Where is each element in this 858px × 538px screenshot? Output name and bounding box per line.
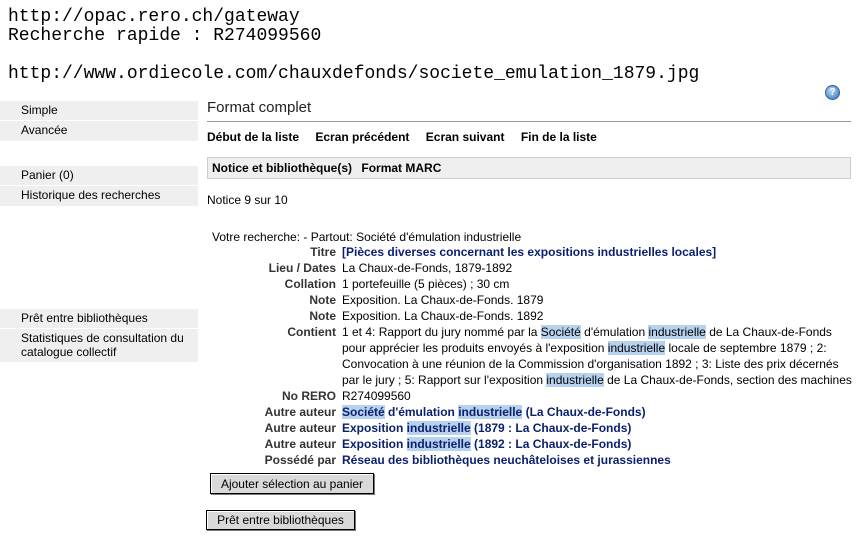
contents-text: d'émulation: [580, 325, 649, 339]
sidebar-item-advanced[interactable]: Avancée: [0, 121, 198, 141]
search-highlight: industrielle: [546, 373, 604, 387]
author-text: (1879 : La Chaux-de-Fonds): [470, 421, 632, 435]
search-highlight: Société: [342, 405, 385, 419]
search-query: Votre recherche: - Partout: Société d'ém…: [212, 230, 522, 244]
title-divider: [207, 121, 851, 122]
author-text: (La Chaux-de-Fonds): [522, 405, 646, 419]
record-table: Titre [Pièces diverses concernant les ex…: [206, 244, 856, 468]
field-row-contents: Contient 1 et 4: Rapport du jury nommé p…: [206, 324, 856, 388]
nav-first[interactable]: Début de la liste: [207, 130, 299, 144]
field-label: Titre: [310, 245, 336, 259]
note-value: Exposition. La Chaux-de-Fonds. 1879: [342, 293, 544, 307]
record-counter: Notice 9 sur 10: [207, 193, 288, 207]
contents-value: 1 et 4: Rapport du jury nommé par la Soc…: [340, 324, 856, 388]
format-tabs: Notice et bibliothèque(s) Format MARC: [207, 157, 851, 179]
search-highlight: industrielle: [607, 341, 666, 355]
header-text: http://opac.rero.ch/gateway Recherche ra…: [8, 8, 321, 46]
field-label: Autre auteur: [264, 421, 336, 435]
field-label: Note: [309, 293, 336, 307]
tab-marc[interactable]: Format MARC: [361, 161, 441, 175]
gateway-url: http://opac.rero.ch/gateway: [8, 7, 300, 27]
sidebar-item-basket[interactable]: Panier (0): [0, 166, 198, 186]
field-label: Collation: [284, 277, 336, 291]
search-highlight: Société: [540, 325, 581, 339]
author-link[interactable]: Exposition industrielle (1879 : La Chaux…: [342, 421, 631, 435]
author-text: Exposition: [342, 437, 407, 451]
field-label: Possédé par: [264, 453, 336, 467]
author-link[interactable]: Exposition industrielle (1892 : La Chaux…: [342, 437, 631, 451]
collation-value: 1 portefeuille (5 pièces) ; 30 cm: [342, 277, 510, 291]
add-to-basket-button[interactable]: Ajouter sélection au panier: [210, 473, 374, 494]
sidebar-item-history[interactable]: Historique des recherches: [0, 186, 198, 206]
search-highlight: industrielle: [406, 437, 471, 451]
contents-text: 1 et 4: Rapport du jury nommé par la: [342, 325, 541, 339]
nav-previous[interactable]: Ecran précédent: [315, 130, 409, 144]
field-row-note: Note Exposition. La Chaux-de-Fonds. 1892: [206, 308, 856, 324]
page-title: Format complet: [207, 99, 312, 116]
author-text: Exposition: [342, 421, 407, 435]
field-row-author: Autre auteur Exposition industrielle (18…: [206, 420, 856, 436]
sidebar-search-group: Simple Avancée: [0, 101, 198, 141]
field-label: Note: [309, 309, 336, 323]
rero-number: R274099560: [342, 389, 411, 403]
sidebar-item-statistics[interactable]: Statistiques de consultation du catalogu…: [0, 329, 198, 362]
place-dates-value: La Chaux-de-Fonds, 1879-1892: [342, 261, 513, 275]
field-row-rero: No RERO R274099560: [206, 388, 856, 404]
quick-search-text: Recherche rapide : R274099560: [8, 26, 322, 46]
tab-record-libraries[interactable]: Notice et bibliothèque(s): [212, 161, 352, 175]
sidebar-item-ill[interactable]: Prêt entre bibliothèques: [0, 309, 198, 329]
search-highlight: industrielle: [458, 405, 523, 419]
field-label: No RERO: [282, 389, 336, 403]
field-row-holdings: Possédé par Réseau des bibliothèques neu…: [206, 452, 856, 468]
field-label: Lieu / Dates: [268, 261, 336, 275]
field-row-author: Autre auteur Exposition industrielle (18…: [206, 436, 856, 452]
author-link[interactable]: Société d'émulation industrielle (La Cha…: [342, 405, 646, 419]
field-row-place: Lieu / Dates La Chaux-de-Fonds, 1879-189…: [206, 260, 856, 276]
title-link[interactable]: [Pièces diverses concernant les expositi…: [342, 245, 716, 259]
field-label: Contient: [287, 325, 336, 339]
result-navigation: Début de la liste Ecran précédent Ecran …: [207, 130, 610, 144]
image-url: http://www.ordiecole.com/chauxdefonds/so…: [8, 64, 700, 84]
field-row-author: Autre auteur Société d'émulation industr…: [206, 404, 856, 420]
sidebar-basket-group: Panier (0) Historique des recherches: [0, 166, 198, 206]
help-icon[interactable]: ?: [825, 85, 840, 100]
field-row-title: Titre [Pièces diverses concernant les ex…: [206, 244, 856, 260]
holdings-link[interactable]: Réseau des bibliothèques neuchâteloises …: [342, 453, 671, 467]
author-text: d'émulation: [384, 405, 459, 419]
sidebar-item-simple[interactable]: Simple: [0, 101, 198, 121]
author-text: (1892 : La Chaux-de-Fonds): [470, 437, 632, 451]
field-label: Autre auteur: [264, 405, 336, 419]
sidebar-services-group: Prêt entre bibliothèques Statistiques de…: [0, 309, 198, 362]
field-row-collation: Collation 1 portefeuille (5 pièces) ; 30…: [206, 276, 856, 292]
interlibrary-loan-button[interactable]: Prêt entre bibliothèques: [206, 510, 355, 530]
search-highlight: industrielle: [406, 421, 471, 435]
contents-text: de La Chaux-de-Fonds, section des machin…: [603, 373, 852, 387]
nav-last[interactable]: Fin de la liste: [521, 130, 597, 144]
search-highlight: industrielle: [648, 325, 706, 339]
note-value: Exposition. La Chaux-de-Fonds. 1892: [342, 309, 544, 323]
field-label: Autre auteur: [264, 437, 336, 451]
field-row-note: Note Exposition. La Chaux-de-Fonds. 1879: [206, 292, 856, 308]
nav-next[interactable]: Ecran suivant: [426, 130, 505, 144]
